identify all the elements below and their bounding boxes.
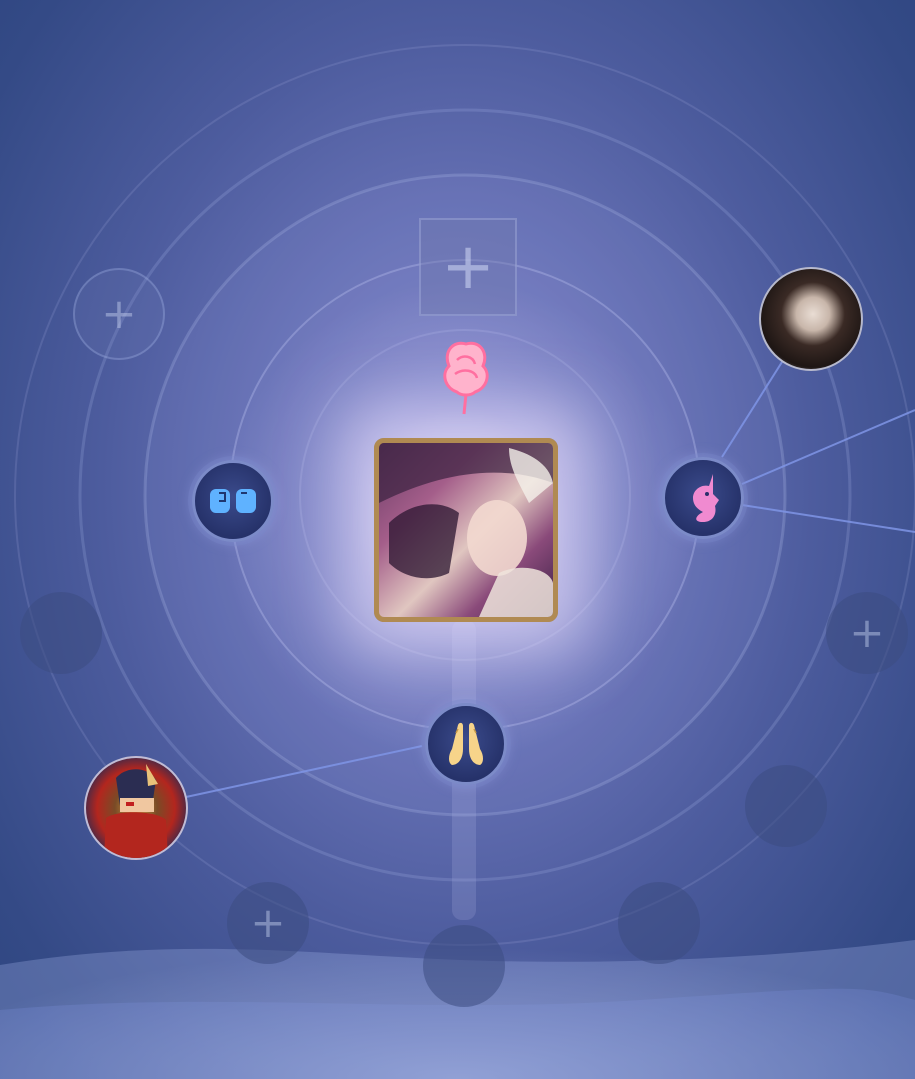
friend-avatar-bottom-left[interactable] (84, 756, 188, 860)
top-add-slot[interactable]: + (419, 218, 517, 316)
friend-avatar-top-right[interactable] (759, 267, 863, 371)
rose-icon (443, 341, 489, 415)
plus-icon: + (101, 289, 137, 338)
empty-slot-bottom-right[interactable] (618, 882, 700, 964)
plus-icon: + (250, 898, 286, 947)
plus-icon: + (849, 608, 885, 657)
fist-bump-icon (210, 489, 256, 513)
empty-slot-mid-left[interactable] (20, 592, 102, 674)
empty-slot-upper-left[interactable]: + (73, 268, 165, 360)
ninja-avatar-image (104, 764, 168, 858)
player-portrait[interactable] (374, 438, 558, 622)
plus-icon: + (441, 230, 495, 304)
empty-slot-bottom-left[interactable]: + (227, 882, 309, 964)
relation-node-bottom[interactable] (425, 703, 507, 785)
relation-node-right[interactable] (662, 457, 744, 539)
clapping-hands-icon (449, 722, 483, 765)
empty-slot-mid-right[interactable]: + (826, 592, 908, 674)
portrait-image (379, 443, 553, 617)
empty-slot-lower-right[interactable] (745, 765, 827, 847)
unicorn-icon (693, 474, 719, 522)
empty-slot-bottom-center[interactable] (423, 925, 505, 1007)
relation-node-left[interactable] (192, 460, 274, 542)
